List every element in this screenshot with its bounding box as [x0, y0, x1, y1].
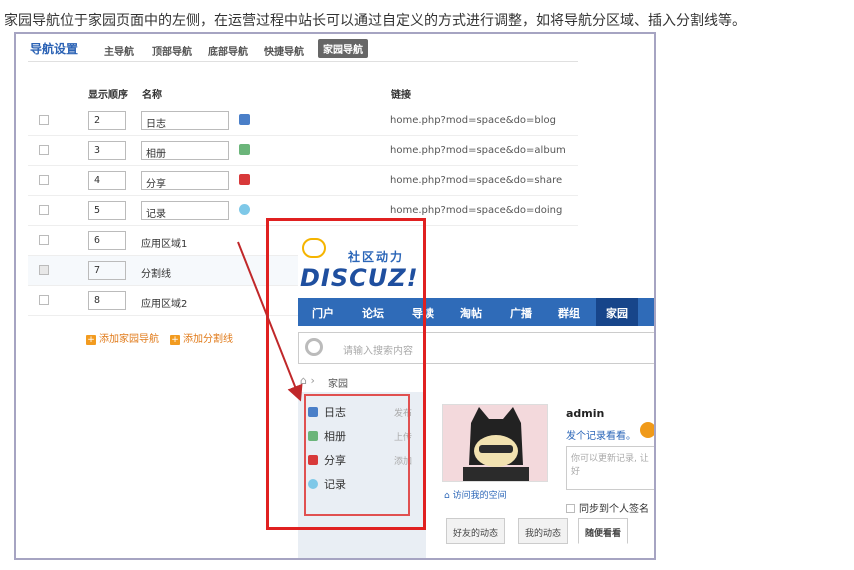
annotation-arrow — [237, 241, 303, 402]
screenshot-frame: 导航设置 主导航 顶部导航 底部导航 快捷导航 家园导航 显示顺序 名称 链接 … — [14, 32, 656, 560]
caption-text: 家园导航位于家园页面中的左侧，在运营过程中站长可以通过自定义的方式进行调整，如将… — [4, 13, 746, 29]
